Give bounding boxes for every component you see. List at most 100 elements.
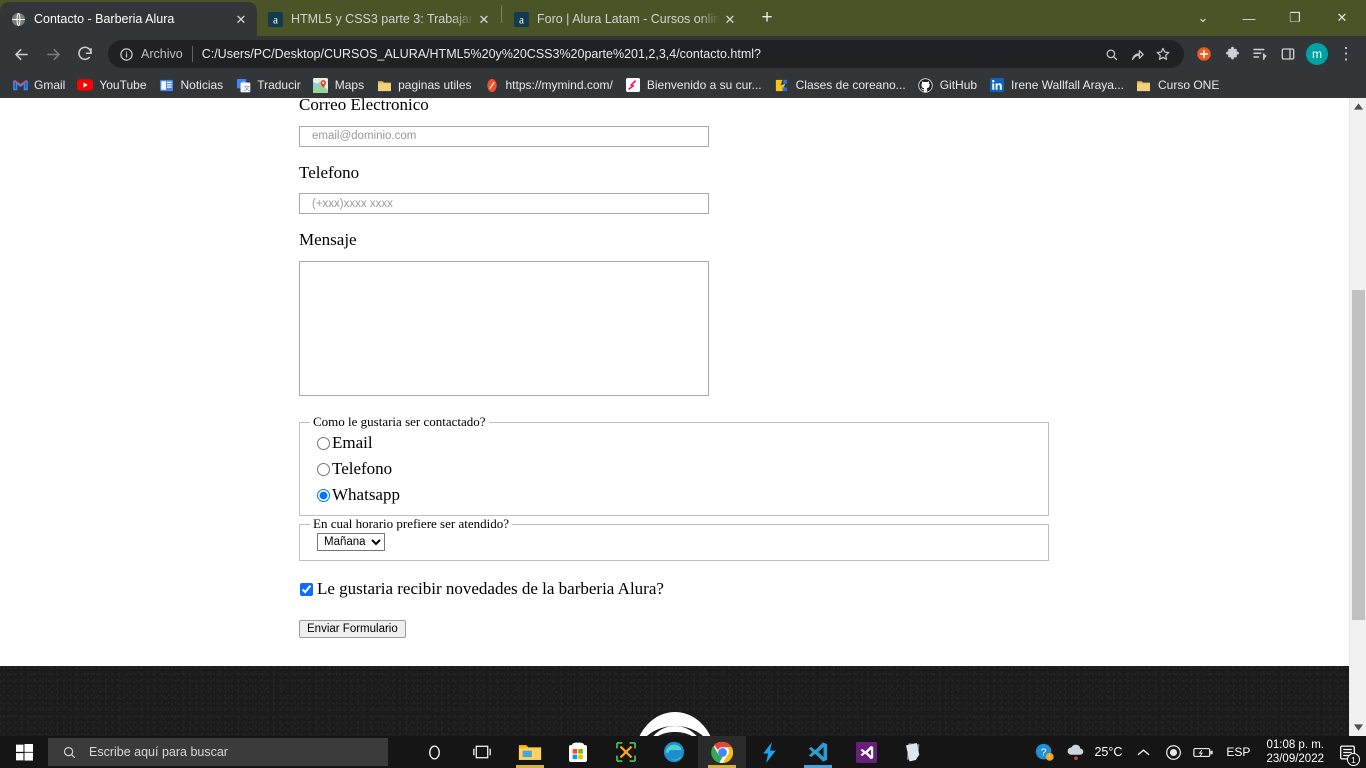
info-icon[interactable]: [118, 46, 135, 63]
newsletter-row[interactable]: Le gustaria recibir novedades de la barb…: [299, 579, 1349, 599]
newsletter-label[interactable]: Le gustaria recibir novedades de la barb…: [317, 579, 664, 599]
radio-whatsapp-label[interactable]: Whatsapp: [332, 485, 400, 505]
weather-indicator[interactable]: 25°C: [1059, 743, 1128, 761]
language-indicator[interactable]: ESP: [1218, 745, 1258, 759]
svg-text:a: a: [519, 14, 524, 26]
microsoft-edge-icon[interactable]: [650, 736, 698, 768]
bookmark-label: Irene Wallfall Araya...: [1011, 78, 1124, 92]
taskbar-apps: [410, 736, 938, 768]
cortana-icon[interactable]: [410, 736, 458, 768]
file-explorer-icon[interactable]: [506, 736, 554, 768]
vs-code-icon[interactable]: [794, 736, 842, 768]
browser-menu-icon[interactable]: ⋮: [1332, 39, 1360, 69]
telefono-field[interactable]: [299, 193, 709, 215]
close-window-button[interactable]: ✕: [1318, 2, 1366, 34]
search-icon[interactable]: [1098, 41, 1124, 67]
microsoft-store-icon[interactable]: [554, 736, 602, 768]
bookmark-item[interactable]: Bienvenido a su cur...: [621, 74, 770, 96]
star-icon[interactable]: [1150, 41, 1176, 67]
side-panel-icon[interactable]: [1274, 39, 1302, 69]
tab-close-icon[interactable]: ✕: [231, 9, 251, 29]
bookmark-label: paginas utiles: [398, 78, 472, 92]
mensaje-label: Mensaje: [299, 230, 357, 250]
notifications-icon[interactable]: 1: [1332, 736, 1362, 768]
radio-email-input[interactable]: [317, 436, 330, 450]
record-icon[interactable]: [1158, 736, 1188, 768]
radio-email-label[interactable]: Email: [332, 433, 373, 453]
bookmark-label: Clases de coreano...: [795, 78, 906, 92]
browser-tab-0[interactable]: Contacto - Barberia Alura ✕: [0, 2, 257, 36]
maximize-button[interactable]: ❐: [1272, 2, 1318, 34]
scrollbar-thumb[interactable]: [1352, 290, 1365, 620]
reading-list-icon[interactable]: [1246, 39, 1274, 69]
snipping-tool-icon[interactable]: [602, 736, 650, 768]
newsletter-checkbox[interactable]: [300, 582, 313, 596]
alura-pink-icon: [625, 77, 641, 93]
address-bar[interactable]: Archivo C:/Users/PC/Desktop/CURSOS_ALURA…: [108, 40, 1184, 68]
globe-icon: [10, 11, 26, 27]
schedule-select[interactable]: Mañana Tarde Noche: [317, 533, 385, 552]
back-button[interactable]: [6, 39, 36, 69]
bookmark-item[interactable]: Gmail: [8, 74, 73, 96]
radio-telefono-input[interactable]: [317, 462, 330, 476]
schedule-fieldset: En cual horario prefiere ser atendido? M…: [299, 516, 1049, 562]
help-icon[interactable]: ?!: [1029, 736, 1059, 768]
new-tab-button[interactable]: +: [750, 3, 784, 33]
tab-strip: Contacto - Barberia Alura ✕ a HTML5 y CS…: [0, 0, 1366, 36]
share-icon[interactable]: [1124, 41, 1150, 67]
bookmark-item[interactable]: https://mymind.com/: [480, 74, 621, 96]
bookmark-item[interactable]: Clases de coreano...: [770, 74, 914, 96]
clock[interactable]: 01:08 p. m. 23/09/2022: [1258, 738, 1332, 766]
email-field[interactable]: [299, 125, 709, 147]
bookmark-item[interactable]: Irene Wallfall Araya...: [985, 74, 1132, 96]
battery-icon[interactable]: [1188, 736, 1218, 768]
radio-option-email[interactable]: Email: [308, 430, 1040, 456]
google-chrome-icon[interactable]: [698, 736, 746, 768]
update-extension-icon[interactable]: [1190, 39, 1218, 69]
tab-close-icon[interactable]: ✕: [474, 9, 494, 29]
puzzle-icon[interactable]: [1218, 39, 1246, 69]
radio-option-telefono[interactable]: Telefono: [308, 456, 1040, 482]
bookmark-item[interactable]: GitHub: [914, 74, 985, 96]
tab-title: Foro | Alura Latam - Cursos onlin: [537, 12, 720, 26]
google-translate-icon: A文: [235, 77, 251, 93]
site-footer: [0, 666, 1349, 736]
radio-telefono-label[interactable]: Telefono: [332, 459, 392, 479]
search-input[interactable]: Escribe aquí para buscar: [48, 738, 388, 766]
mensaje-textarea[interactable]: [299, 261, 709, 397]
submit-button[interactable]: Enviar Formulario: [299, 620, 406, 639]
browser-tab-1[interactable]: a HTML5 y CSS3 parte 3: Trabajand ✕: [257, 2, 500, 36]
temperature-label: 25°C: [1094, 745, 1123, 759]
bookmark-item[interactable]: YouTube: [73, 74, 154, 96]
thunder-client-icon[interactable]: [746, 736, 794, 768]
radio-whatsapp-input[interactable]: [317, 488, 330, 502]
bookmark-folder[interactable]: Curso ONE: [1132, 74, 1227, 96]
youtube-icon: [77, 77, 94, 93]
mymind-icon: [484, 77, 500, 93]
reload-button[interactable]: [70, 39, 100, 69]
start-icon[interactable]: [0, 736, 48, 768]
scroll-up-arrow-icon[interactable]: [1350, 98, 1366, 115]
bookmark-folder[interactable]: paginas utiles: [372, 74, 479, 96]
visual-studio-icon[interactable]: [842, 736, 890, 768]
page-scrollbar[interactable]: [1349, 98, 1366, 736]
sticky-notes-icon[interactable]: [890, 736, 938, 768]
tab-close-icon[interactable]: ✕: [720, 9, 740, 29]
chevron-down-icon[interactable]: ⌄: [1180, 2, 1226, 34]
show-hidden-icons-chevron-icon[interactable]: [1128, 736, 1158, 768]
bookmark-item[interactable]: A文 Traducir: [231, 74, 309, 96]
bookmark-item[interactable]: Noticias: [155, 74, 232, 96]
contact-method-fieldset: Como le gustaria ser contactado? Email T…: [299, 414, 1049, 517]
browser-tab-2[interactable]: a Foro | Alura Latam - Cursos onlin ✕: [503, 2, 746, 36]
profile-avatar[interactable]: m: [1306, 43, 1328, 65]
windows-taskbar: Escribe aquí para buscar ? ! 25°C ESP 01…: [0, 736, 1366, 768]
task-view-icon[interactable]: [458, 736, 506, 768]
forward-button[interactable]: [38, 39, 68, 69]
linkedin-icon: [989, 77, 1005, 93]
url-text[interactable]: C:/Users/PC/Desktop/CURSOS_ALURA/HTML5%2…: [202, 47, 1098, 61]
contact-page: Correo Electronico Telefono Mensaje Como…: [0, 98, 1349, 736]
scroll-down-arrow-icon[interactable]: [1350, 719, 1366, 736]
minimize-button[interactable]: —: [1226, 2, 1272, 34]
bookmark-item[interactable]: Maps: [309, 74, 372, 96]
radio-option-whatsapp[interactable]: Whatsapp: [308, 482, 1040, 508]
